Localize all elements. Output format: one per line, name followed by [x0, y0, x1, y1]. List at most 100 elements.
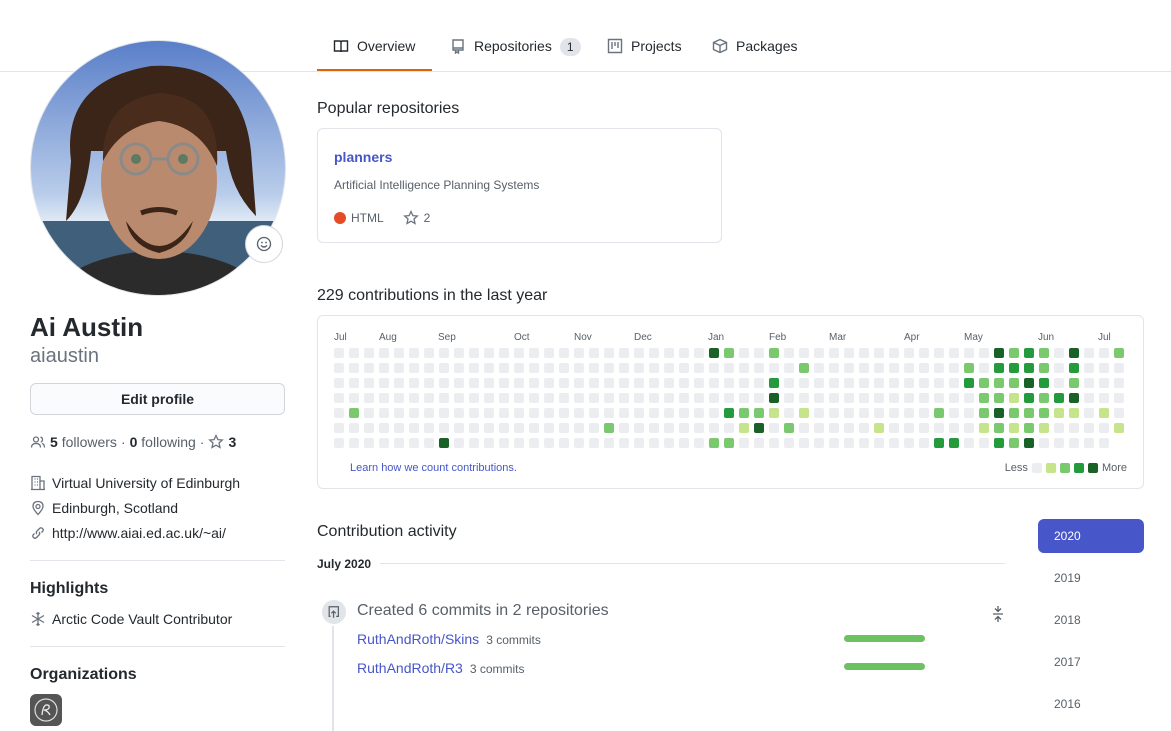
contribution-cell[interactable] — [874, 378, 884, 388]
contribution-cell[interactable] — [334, 363, 344, 373]
contribution-cell[interactable] — [694, 423, 704, 433]
contribution-cell[interactable] — [634, 348, 644, 358]
contribution-cell[interactable] — [439, 393, 449, 403]
contribution-cell[interactable] — [484, 393, 494, 403]
contribution-cell[interactable] — [544, 378, 554, 388]
contribution-cell[interactable] — [874, 408, 884, 418]
contribution-cell[interactable] — [514, 378, 524, 388]
commit-count[interactable]: 3 commits — [486, 633, 541, 647]
contribution-cell[interactable] — [1009, 363, 1019, 373]
contribution-cell[interactable] — [604, 438, 614, 448]
contribution-cell[interactable] — [1054, 438, 1064, 448]
contribution-cell[interactable] — [574, 348, 584, 358]
contribution-cell[interactable] — [424, 363, 434, 373]
contribution-cell[interactable] — [979, 438, 989, 448]
contribution-cell[interactable] — [979, 393, 989, 403]
contribution-cell[interactable] — [1009, 438, 1019, 448]
contribution-cell[interactable] — [574, 423, 584, 433]
contribution-cell[interactable] — [484, 348, 494, 358]
contribution-cell[interactable] — [1069, 363, 1079, 373]
contribution-cell[interactable] — [994, 408, 1004, 418]
contribution-cell[interactable] — [784, 438, 794, 448]
contribution-cell[interactable] — [334, 438, 344, 448]
contribution-cell[interactable] — [919, 408, 929, 418]
contribution-cell[interactable] — [589, 393, 599, 403]
contribution-cell[interactable] — [664, 408, 674, 418]
contribution-cell[interactable] — [1069, 378, 1079, 388]
contribution-cell[interactable] — [754, 378, 764, 388]
contribution-cell[interactable] — [904, 348, 914, 358]
contribution-cell[interactable] — [754, 438, 764, 448]
year-2016[interactable]: 2016 — [1038, 687, 1144, 721]
contribution-cell[interactable] — [364, 438, 374, 448]
contribution-cell[interactable] — [859, 438, 869, 448]
contribution-cell[interactable] — [394, 423, 404, 433]
contribution-cell[interactable] — [724, 393, 734, 403]
contribution-cell[interactable] — [559, 363, 569, 373]
contribution-cell[interactable] — [604, 393, 614, 403]
contribution-cell[interactable] — [1084, 408, 1094, 418]
contribution-cell[interactable] — [469, 363, 479, 373]
contribution-cell[interactable] — [1084, 363, 1094, 373]
contribution-cell[interactable] — [529, 423, 539, 433]
contribution-cell[interactable] — [649, 348, 659, 358]
contribution-cell[interactable] — [514, 423, 524, 433]
contribution-cell[interactable] — [409, 363, 419, 373]
contribution-cell[interactable] — [784, 423, 794, 433]
contribution-cell[interactable] — [1084, 378, 1094, 388]
contribution-cell[interactable] — [379, 423, 389, 433]
contribution-cell[interactable] — [574, 438, 584, 448]
profile-website[interactable]: http://www.aiai.ed.ac.uk/~ai/ — [30, 525, 226, 541]
contribution-cell[interactable] — [994, 363, 1004, 373]
contribution-cell[interactable] — [649, 408, 659, 418]
contribution-cell[interactable] — [349, 423, 359, 433]
contribution-cell[interactable] — [724, 363, 734, 373]
contribution-cell[interactable] — [589, 438, 599, 448]
contribution-cell[interactable] — [814, 363, 824, 373]
contribution-cell[interactable] — [1039, 363, 1049, 373]
contribution-cell[interactable] — [949, 378, 959, 388]
contribution-cell[interactable] — [649, 438, 659, 448]
contribution-cell[interactable] — [1069, 408, 1079, 418]
contribution-cell[interactable] — [619, 438, 629, 448]
contribution-cell[interactable] — [994, 348, 1004, 358]
contribution-cell[interactable] — [964, 423, 974, 433]
contribution-cell[interactable] — [799, 423, 809, 433]
contribution-cell[interactable] — [949, 363, 959, 373]
contribution-cell[interactable] — [484, 438, 494, 448]
contribution-cell[interactable] — [769, 408, 779, 418]
contribution-cell[interactable] — [349, 438, 359, 448]
contribution-cell[interactable] — [874, 438, 884, 448]
contribution-cell[interactable] — [664, 348, 674, 358]
contribution-cell[interactable] — [799, 348, 809, 358]
contribution-cell[interactable] — [544, 348, 554, 358]
contribution-cell[interactable] — [904, 438, 914, 448]
contribution-cell[interactable] — [739, 348, 749, 358]
contribution-cell[interactable] — [694, 408, 704, 418]
contribution-cell[interactable] — [829, 348, 839, 358]
contribution-cell[interactable] — [769, 363, 779, 373]
contribution-cell[interactable] — [499, 408, 509, 418]
contribution-cell[interactable] — [694, 438, 704, 448]
contribution-cell[interactable] — [934, 393, 944, 403]
contribution-cell[interactable] — [454, 408, 464, 418]
contribution-cell[interactable] — [1084, 393, 1094, 403]
contribution-cell[interactable] — [769, 348, 779, 358]
contribution-cell[interactable] — [1069, 438, 1079, 448]
contribution-cell[interactable] — [679, 348, 689, 358]
contribution-cell[interactable] — [1039, 408, 1049, 418]
contribution-cell[interactable] — [484, 363, 494, 373]
contribution-cell[interactable] — [604, 348, 614, 358]
contribution-cell[interactable] — [664, 363, 674, 373]
contribution-cell[interactable] — [514, 438, 524, 448]
contribution-cell[interactable] — [529, 438, 539, 448]
contribution-cell[interactable] — [1099, 363, 1109, 373]
contribution-cell[interactable] — [469, 348, 479, 358]
contribution-cell[interactable] — [1024, 378, 1034, 388]
contribution-cell[interactable] — [709, 408, 719, 418]
contribution-cell[interactable] — [814, 378, 824, 388]
contribution-cell[interactable] — [664, 423, 674, 433]
contribution-cell[interactable] — [424, 438, 434, 448]
repo-stars[interactable]: 2 — [424, 211, 431, 225]
contribution-cell[interactable] — [529, 378, 539, 388]
